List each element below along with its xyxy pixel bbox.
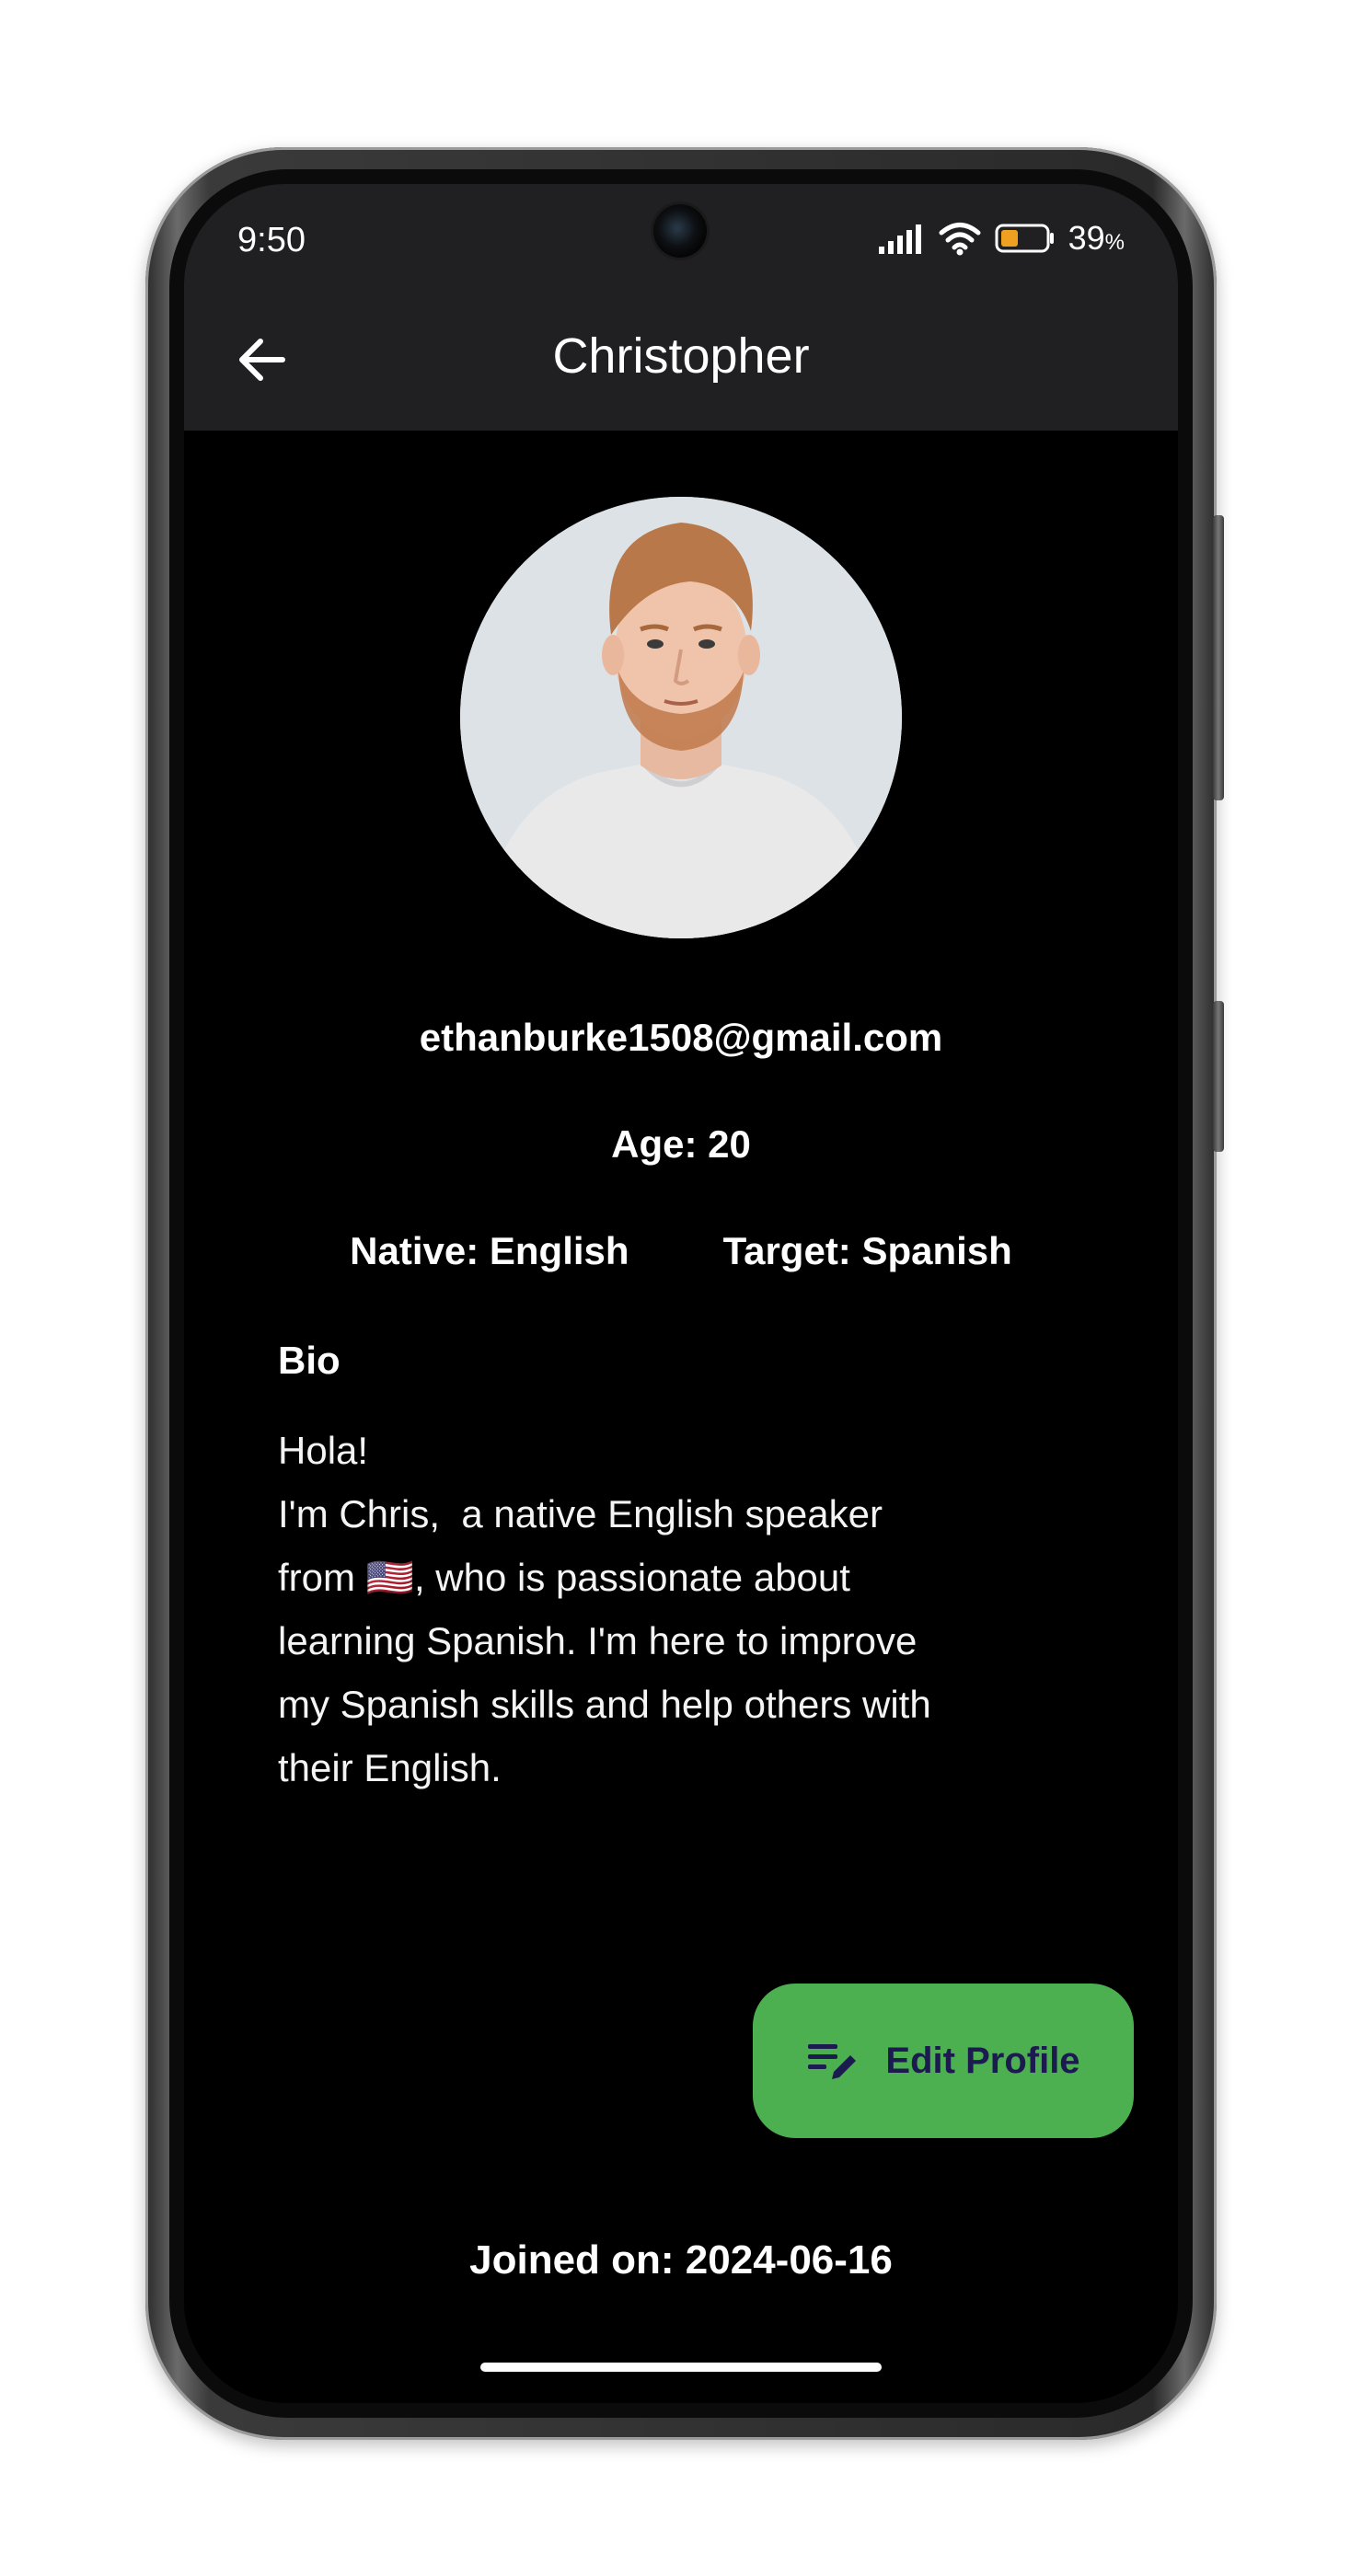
- email-text: ethanburke1508@gmail.com: [419, 1016, 943, 1059]
- language-row: Native: English Target: Spanish: [184, 1229, 1178, 1273]
- home-indicator[interactable]: [480, 2363, 882, 2372]
- edit-profile-button[interactable]: Edit Profile: [753, 1984, 1134, 2138]
- volume-button: [1213, 515, 1224, 800]
- age-text: Age: 20: [611, 1122, 751, 1166]
- app-bar: Christopher: [184, 291, 1178, 431]
- front-camera: [653, 204, 707, 258]
- status-time: 9:50: [237, 221, 306, 259]
- bio-text: Hola! I'm Chris, a native English speake…: [278, 1429, 931, 1789]
- battery-percentage: 39%: [1068, 219, 1125, 257]
- native-language: Native: English: [350, 1229, 629, 1272]
- bio-heading: Bio: [278, 1339, 340, 1382]
- edit-note-icon: [808, 2044, 857, 2079]
- profile-photo: [460, 497, 902, 938]
- status-bar: 9:50 39%: [184, 184, 1178, 291]
- power-button: [1213, 1001, 1224, 1152]
- status-icons: 39%: [877, 217, 1125, 259]
- battery-icon: [995, 224, 1054, 253]
- target-language: Target: Spanish: [722, 1229, 1012, 1272]
- signal-icon: [878, 224, 921, 254]
- edit-profile-label: Edit Profile: [885, 2040, 1080, 2081]
- joined-date: Joined on: 2024-06-16: [469, 2237, 893, 2283]
- avatar: [460, 497, 902, 938]
- page-title: Christopher: [552, 328, 810, 384]
- wifi-icon: [939, 223, 981, 256]
- screen: 9:50 39% Christopher ethanburke1508@gmai…: [184, 184, 1178, 2403]
